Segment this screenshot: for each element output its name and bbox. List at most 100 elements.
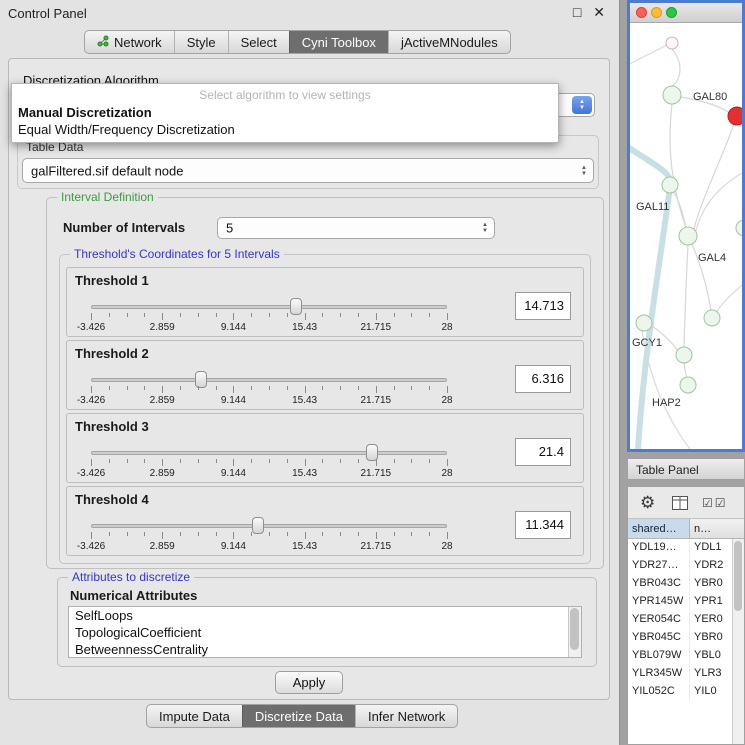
tab-cyni-toolbox[interactable]: Cyni Toolbox: [289, 31, 388, 53]
slider-track[interactable]: [91, 451, 447, 455]
threshold-value-field[interactable]: 11.344: [515, 511, 571, 539]
tab-impute-data[interactable]: Impute Data: [147, 705, 242, 727]
threshold-slider[interactable]: -3.4262.8599.14415.4321.71528: [91, 515, 447, 553]
table-panel-titlebar[interactable]: Table Panel: [627, 458, 745, 480]
threshold-slider[interactable]: -3.4262.8599.14415.4321.71528: [91, 296, 447, 334]
threshold-slider[interactable]: -3.4262.8599.14415.4321.71528: [91, 369, 447, 407]
table-row[interactable]: YBR045C YBR0: [628, 629, 744, 647]
number-of-intervals-label: Number of Intervals: [63, 220, 185, 235]
threshold-slider[interactable]: -3.4262.8599.14415.4321.71528: [91, 442, 447, 480]
table-row[interactable]: YIL052C YIL0: [628, 683, 744, 701]
tab-network[interactable]: Network: [85, 31, 174, 53]
node-label: GCY1: [632, 337, 662, 349]
network-window-titlebar[interactable]: [630, 3, 742, 23]
tab-network-label: Network: [114, 35, 162, 50]
network-node[interactable]: [680, 377, 696, 393]
slider-track[interactable]: [91, 524, 447, 528]
threshold-panel: Threshold 1 14.713 -3.4262.8599.14415.43…: [66, 267, 584, 337]
cell-shared-name[interactable]: YER054C: [628, 611, 690, 629]
minimize-traffic-light-icon[interactable]: [651, 7, 662, 18]
column-header-shared-name[interactable]: shared…: [628, 519, 690, 538]
table-scrollbar[interactable]: [732, 539, 744, 744]
cell-shared-name[interactable]: YBL079W: [628, 647, 690, 665]
table-row[interactable]: YBR043C YBR0: [628, 575, 744, 593]
dropdown-option-manual-discretization[interactable]: Manual Discretization: [12, 104, 558, 121]
slider-tick-labels: -3.4262.8599.14415.4321.71528: [91, 468, 447, 479]
table-row[interactable]: YBL079W YBL0: [628, 647, 744, 665]
network-node[interactable]: [704, 310, 720, 326]
network-node[interactable]: [636, 315, 652, 331]
network-node[interactable]: [663, 86, 681, 104]
number-of-intervals-combobox[interactable]: 5 ▲▼: [217, 217, 495, 239]
attribute-list-item[interactable]: TopologicalCoefficient: [69, 624, 581, 641]
scrollbar-thumb[interactable]: [570, 608, 579, 650]
table-row[interactable]: YLR345W YLR3: [628, 665, 744, 683]
tab-discretize-data[interactable]: Discretize Data: [242, 705, 355, 727]
slider-track[interactable]: [91, 378, 447, 382]
close-traffic-light-icon[interactable]: [636, 7, 647, 18]
table-row[interactable]: YDR27… YDR2: [628, 557, 744, 575]
tab-impute-data-label: Impute Data: [159, 709, 230, 724]
dropdown-hint: Select algorithm to view settings: [12, 84, 558, 104]
node-label: GAL80: [693, 91, 727, 103]
network-node[interactable]: [676, 347, 692, 363]
dropdown-option-equal-width[interactable]: Equal Width/Frequency Discretization: [12, 121, 558, 138]
table-panel-toolbar: ⚙ ☑☑: [628, 487, 744, 519]
combobox-arrows-icon: ▲▼: [581, 165, 587, 177]
network-canvas[interactable]: GAL80 GAL11 GAL4 GCY1 HAP2: [630, 23, 742, 449]
network-node[interactable]: [662, 177, 678, 193]
threshold-value-field[interactable]: 6.316: [515, 365, 571, 393]
slider-tick-labels: -3.4262.8599.14415.4321.71528: [91, 541, 447, 552]
close-window-icon[interactable]: ✕: [593, 4, 605, 20]
combobox-arrows-icon[interactable]: ▲▼: [572, 96, 592, 114]
attribute-list-item[interactable]: SelfLoops: [69, 607, 581, 624]
table-panel-title: Table Panel: [636, 463, 699, 477]
network-node[interactable]: [679, 227, 697, 245]
cell-shared-name[interactable]: YIL052C: [628, 683, 690, 701]
combobox-arrows-icon: ▲▼: [482, 222, 488, 234]
bottom-tab-bar: Impute Data Discretize Data Infer Networ…: [146, 704, 458, 728]
network-node[interactable]: [666, 37, 678, 49]
threshold-label: Threshold 2: [75, 346, 149, 361]
tab-style[interactable]: Style: [174, 31, 228, 53]
gear-icon[interactable]: ⚙: [640, 493, 655, 513]
threshold-value-field[interactable]: 14.713: [515, 292, 571, 320]
network-node[interactable]: [736, 220, 742, 236]
tab-infer-network-label: Infer Network: [368, 709, 445, 724]
cell-shared-name[interactable]: YBR043C: [628, 575, 690, 593]
threshold-label: Threshold 1: [75, 273, 149, 288]
column-header-name[interactable]: n…: [690, 519, 744, 538]
columns-icon[interactable]: [672, 496, 688, 515]
thresholds-group: Threshold's Coordinates for 5 Intervals …: [59, 254, 591, 564]
node-label: HAP2: [652, 397, 681, 409]
threshold-panel: Threshold 3 21.4 -3.4262.8599.14415.4321…: [66, 413, 584, 483]
attribute-list-item[interactable]: BetweennessCentrality: [69, 641, 581, 658]
zoom-traffic-light-icon[interactable]: [666, 7, 677, 18]
threshold-panel: Threshold 2 6.316 -3.4262.8599.14415.432…: [66, 340, 584, 410]
tab-jactivemnodules[interactable]: jActiveMNodules: [388, 31, 510, 53]
table-panel-window: ⚙ ☑☑ shared… n… YDL19… YDL1 YDR27…: [627, 486, 745, 745]
cell-shared-name[interactable]: YLR345W: [628, 665, 690, 683]
float-window-icon[interactable]: □: [573, 4, 581, 20]
table-row[interactable]: YER054C YER0: [628, 611, 744, 629]
cell-shared-name[interactable]: YPR145W: [628, 593, 690, 611]
attributes-scrollbar[interactable]: [568, 607, 581, 657]
cell-shared-name[interactable]: YDL19…: [628, 539, 690, 557]
table-data-combobox[interactable]: galFiltered.sif default node ▲▼: [22, 158, 594, 183]
cell-shared-name[interactable]: YBR045C: [628, 629, 690, 647]
control-panel-tab-bar: Network Style Select Cyni Toolbox jActiv…: [84, 30, 511, 54]
number-of-intervals-value: 5: [226, 221, 233, 236]
table-row[interactable]: YDL19… YDL1: [628, 539, 744, 557]
select-columns-icon[interactable]: ☑☑: [702, 496, 728, 510]
tab-select[interactable]: Select: [228, 31, 289, 53]
tab-infer-network[interactable]: Infer Network: [355, 705, 457, 727]
threshold-value-field[interactable]: 21.4: [515, 438, 571, 466]
table-row[interactable]: YPR145W YPR1: [628, 593, 744, 611]
cell-shared-name[interactable]: YDR27…: [628, 557, 690, 575]
network-node-selected[interactable]: [728, 107, 742, 125]
slider-tick-labels: -3.4262.8599.14415.4321.71528: [91, 322, 447, 333]
tab-select-label: Select: [241, 35, 277, 50]
slider-track[interactable]: [91, 305, 447, 309]
apply-button[interactable]: Apply: [275, 671, 343, 694]
scrollbar-thumb[interactable]: [734, 541, 742, 611]
